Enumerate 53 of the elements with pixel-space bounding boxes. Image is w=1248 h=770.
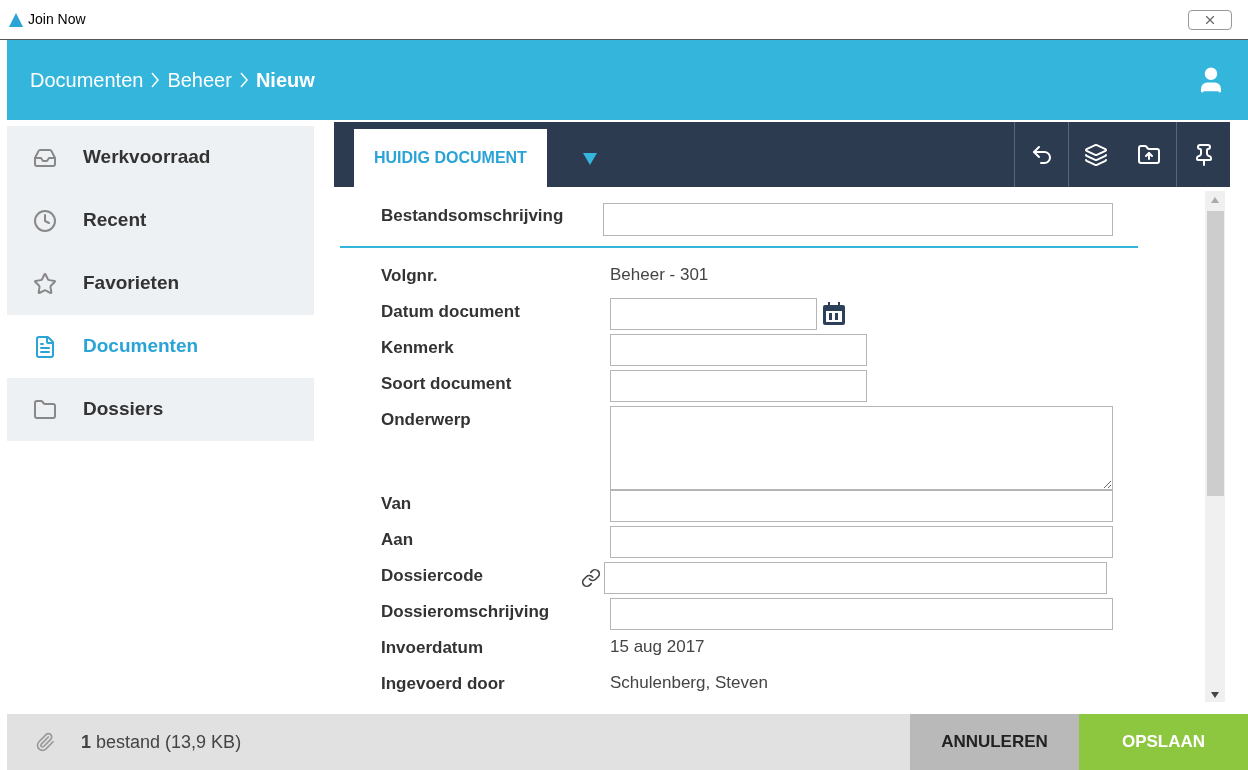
field-label: Bestandsomschrijving xyxy=(381,205,565,227)
app-logo-icon xyxy=(8,11,24,28)
field-label: Datum document xyxy=(381,301,521,323)
field-label: Aan xyxy=(381,529,415,551)
close-button[interactable] xyxy=(1188,9,1232,30)
stack-arrow-icon xyxy=(1083,142,1108,167)
dropdown-caret-icon[interactable] xyxy=(582,153,597,165)
field-value: Schulenberg, Steven xyxy=(610,672,768,694)
chevron-icon xyxy=(239,72,248,88)
field-value: Beheer - 301 xyxy=(610,264,709,286)
breadcrumb-link[interactable]: Documenten xyxy=(30,65,144,95)
field-label: Kenmerk xyxy=(381,337,455,359)
window-title: Join Now xyxy=(28,10,86,29)
date-field[interactable] xyxy=(610,298,817,330)
input-field[interactable] xyxy=(610,490,1113,522)
calendar-icon[interactable] xyxy=(821,301,847,327)
clock-icon xyxy=(33,208,57,233)
attachment-info: 1 bestand (13,9 KB) xyxy=(81,730,242,754)
field-label: Ingevoerd door xyxy=(381,673,506,695)
field-label: Van xyxy=(381,493,413,515)
folder-upload-icon xyxy=(1137,142,1161,167)
field-label: Volgnr. xyxy=(381,265,439,287)
field-label: Soort document xyxy=(381,373,513,395)
field-label: Dossiercode xyxy=(381,565,485,587)
sidebar-item[interactable]: Favorieten xyxy=(7,252,314,315)
field-value: 15 aug 2017 xyxy=(610,636,705,658)
link-icon[interactable] xyxy=(581,568,601,588)
paperclip-icon xyxy=(35,732,55,752)
input-field[interactable] xyxy=(610,370,867,402)
scrollbar[interactable] xyxy=(1205,191,1225,702)
sidebar-item[interactable]: Dossiers xyxy=(7,378,314,441)
input-field[interactable] xyxy=(610,334,867,366)
star-icon xyxy=(33,271,57,296)
input-field[interactable] xyxy=(610,526,1113,558)
input-field[interactable] xyxy=(602,203,1113,236)
tab[interactable]: HUIDIG DOCUMENT xyxy=(354,129,547,187)
field-label: Dossieromschrijving xyxy=(381,601,551,623)
chevron-icon xyxy=(151,72,160,88)
scroll-down-icon[interactable] xyxy=(1211,692,1219,698)
scroll-up-icon[interactable] xyxy=(1211,197,1219,203)
breadcrumb-link[interactable]: Nieuw xyxy=(255,65,315,95)
save-button[interactable]: OPSLAAN xyxy=(1079,714,1248,770)
field-label: Onderwerp xyxy=(381,409,472,431)
textarea-field[interactable] xyxy=(610,406,1113,490)
cancel-button[interactable]: ANNULEREN xyxy=(910,714,1079,770)
sidebar-item[interactable]: Recent xyxy=(7,189,314,252)
sidebar-item[interactable]: Werkvoorraad xyxy=(7,126,314,189)
field-label: Invoerdatum xyxy=(381,637,485,659)
folder-icon xyxy=(33,397,57,422)
breadcrumb-link[interactable]: Beheer xyxy=(167,65,232,95)
input-field[interactable] xyxy=(604,562,1107,594)
input-field[interactable] xyxy=(610,598,1113,630)
document-icon xyxy=(33,334,57,359)
